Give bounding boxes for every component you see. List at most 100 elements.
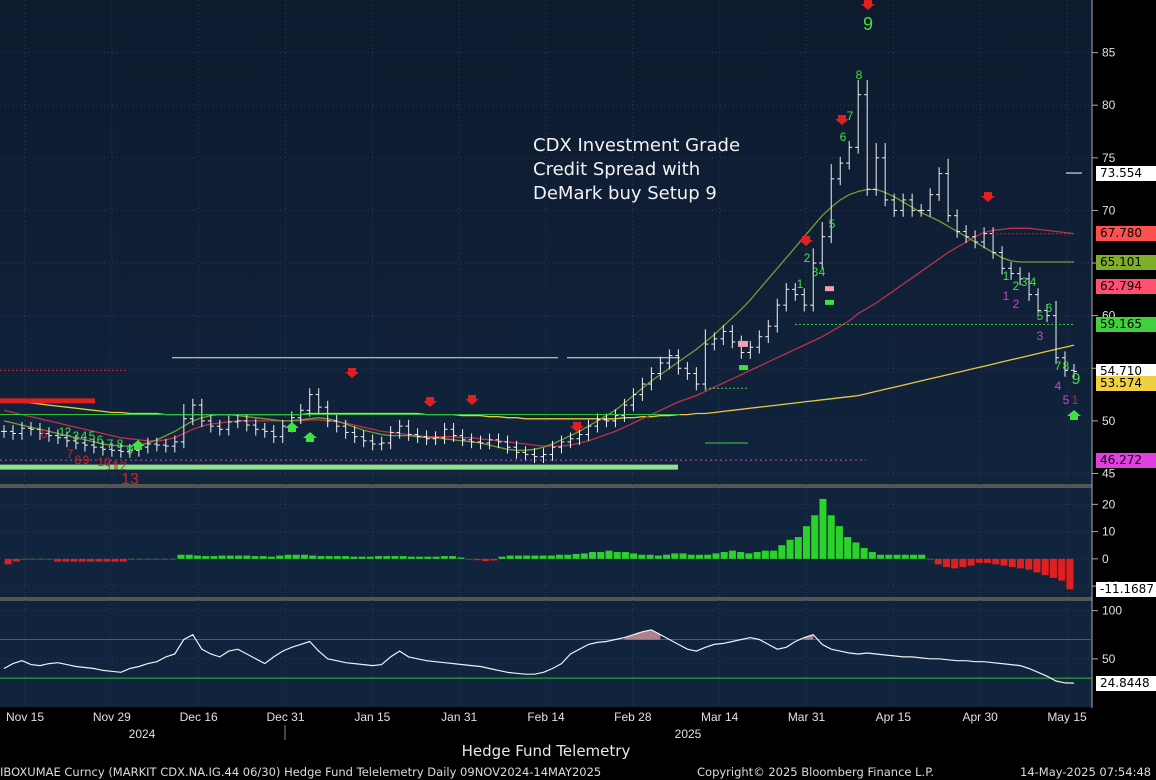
marker-box	[739, 365, 748, 371]
setup-count-label: 5	[89, 429, 96, 443]
histogram-bar	[597, 552, 605, 559]
histogram-bar	[827, 515, 835, 559]
histogram-bar	[753, 552, 761, 559]
histogram-bar	[95, 558, 103, 562]
countdown-label: 7	[67, 447, 74, 461]
y-tick-label: 50	[1102, 414, 1116, 428]
last-value-tag: 73.554	[1096, 165, 1156, 181]
histogram-bar	[613, 552, 621, 559]
x-tick-label: Feb 14	[527, 710, 565, 724]
x-tick-label: Nov 29	[93, 710, 131, 724]
last-value-tag: 65.101	[1096, 254, 1156, 270]
histogram-bar	[663, 554, 671, 559]
histogram-bar	[844, 537, 852, 559]
setup-count-label: 6	[840, 130, 847, 144]
setup-count-label: 2	[804, 251, 811, 265]
histogram-bar	[218, 555, 226, 559]
histogram-bar	[366, 556, 374, 559]
annotation-line: CDX Investment Grade	[533, 135, 741, 156]
histogram-bar	[243, 555, 251, 559]
x-tick-label: Jan 31	[441, 710, 477, 724]
x-tick-label: Feb 28	[614, 710, 652, 724]
setup-count-label: 2	[1013, 279, 1020, 293]
setup-count-label: 5	[1037, 309, 1044, 323]
x-tick-label: Apr 30	[962, 710, 998, 724]
histogram-bar	[1049, 558, 1057, 578]
histogram-bar	[481, 558, 490, 562]
setup-count-label: 8	[117, 437, 124, 451]
histogram-bar	[37, 558, 45, 560]
histogram-bar	[728, 550, 736, 559]
histogram-bar	[473, 558, 481, 561]
histogram-bar	[383, 556, 391, 559]
histogram-bar	[926, 558, 934, 560]
chart-annotation: CDX Investment Grade Credit Spread with …	[533, 134, 740, 206]
histogram-bar	[45, 558, 53, 560]
y-tick-label: 0	[1102, 552, 1109, 566]
histogram-bar	[588, 552, 597, 559]
histogram-bar	[1008, 558, 1016, 568]
setup-count-label: 1	[1072, 393, 1079, 407]
histogram-bar	[185, 554, 193, 559]
last-value-tag: 53.574	[1096, 375, 1156, 391]
histogram-bar	[391, 556, 399, 559]
histogram-bar	[967, 558, 975, 566]
histogram-bar	[786, 539, 794, 559]
marker-box	[825, 286, 834, 292]
histogram-bar	[292, 554, 300, 559]
histogram-bar	[860, 547, 868, 559]
histogram-bar	[1033, 558, 1041, 573]
histogram-bar	[416, 556, 424, 559]
annotation-line: Credit Spread with	[533, 159, 701, 180]
histogram-bar	[29, 558, 37, 560]
setup-count-label: 4	[1030, 275, 1037, 289]
histogram-bar	[514, 555, 522, 559]
histogram-bar	[918, 554, 926, 559]
histogram-bar	[572, 553, 580, 559]
last-value-tag: 24.8448	[1096, 675, 1156, 691]
histogram-bar	[160, 558, 169, 560]
histogram-bar	[317, 556, 325, 559]
setup-count-label: 6	[1046, 301, 1053, 315]
histogram-bar	[638, 554, 646, 559]
y-tick-label: 80	[1102, 98, 1116, 112]
setup-count-label: 2	[65, 425, 72, 439]
annotation-line: DeMark buy Setup 9	[533, 183, 717, 204]
histogram-bar	[1000, 558, 1008, 566]
histogram-bar	[671, 553, 679, 559]
histogram-bar	[770, 550, 778, 559]
histogram-bar	[267, 556, 276, 559]
last-value-tag: 67.780	[1096, 226, 1156, 242]
histogram-bar	[235, 555, 243, 559]
x-tick-label: Nov 15	[6, 710, 44, 724]
histogram-bar	[128, 558, 136, 560]
histogram-bar	[1066, 558, 1074, 590]
histogram-bar	[424, 556, 432, 559]
histogram-bar	[885, 554, 893, 559]
histogram-bar	[811, 515, 819, 559]
histogram-bar	[62, 558, 70, 562]
histogram-bar	[942, 558, 950, 568]
security-description: IBOXUMAE Curncy (MARKIT CDX.NA.IG.44 06/…	[0, 765, 602, 779]
histogram-bar	[737, 552, 745, 559]
x-tick-label: Jan 15	[354, 710, 390, 724]
histogram-bar	[564, 554, 572, 559]
last-value-tag: 46.272	[1096, 452, 1156, 468]
histogram-bar	[556, 554, 564, 559]
histogram-bar	[745, 553, 753, 559]
histogram-bar	[975, 558, 983, 563]
histogram-bar	[654, 555, 662, 559]
countdown-label: 6	[41, 427, 48, 441]
histogram-bar	[523, 555, 531, 559]
histogram-bar	[136, 558, 144, 560]
timestamp: 14-May-2025 07:54:48	[1020, 765, 1152, 779]
histogram-bar	[177, 554, 185, 559]
setup-count-label: 1	[1003, 269, 1010, 283]
histogram-bar	[794, 537, 802, 559]
histogram-bar	[342, 556, 350, 559]
setup-count-label: 1	[1003, 289, 1010, 303]
histogram-bar	[193, 555, 201, 559]
setup-count-label: 7	[847, 109, 854, 123]
histogram-bar	[325, 556, 333, 559]
histogram-bar	[819, 498, 827, 559]
